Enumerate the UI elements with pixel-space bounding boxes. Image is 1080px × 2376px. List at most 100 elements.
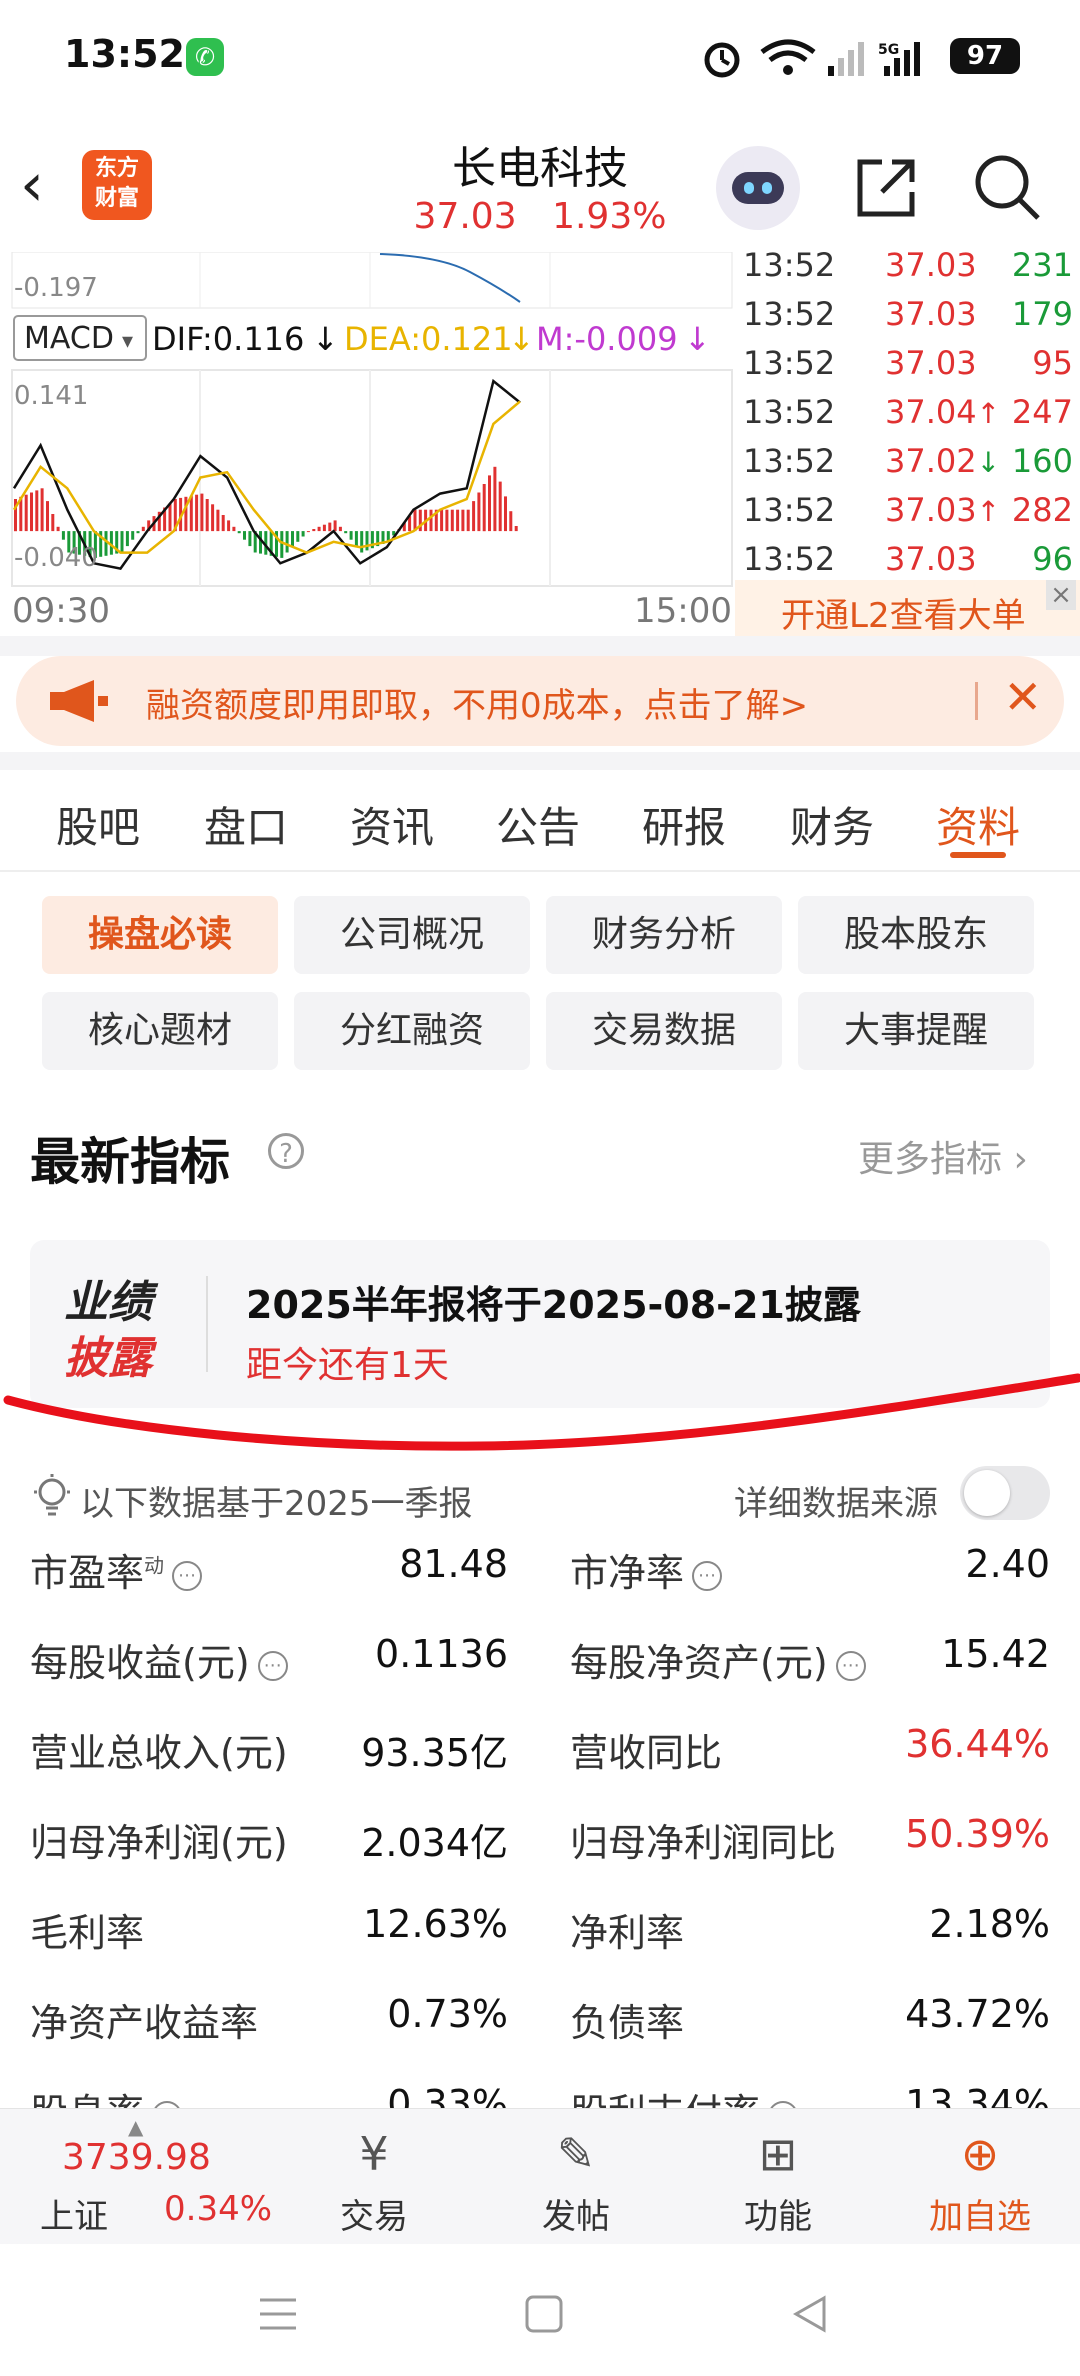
- more-indicators-link[interactable]: 更多指标 ›: [858, 1130, 1028, 1182]
- ai-assistant-icon[interactable]: [716, 146, 800, 230]
- dea-label: DEA:0.121: [344, 320, 513, 358]
- chip-5[interactable]: 核心题材: [42, 992, 278, 1070]
- promo-banner[interactable]: 融资额度即用即取，不用0成本，点击了解> ✕: [16, 656, 1064, 746]
- macd-bar: [243, 531, 246, 540]
- metric-value: 93.35亿: [361, 1731, 508, 1775]
- bottom-nav-item-1[interactable]: ¥ 交易: [304, 2119, 444, 2238]
- macd-bar: [472, 501, 476, 532]
- macd-bar: [301, 531, 305, 537]
- chip-4[interactable]: 股本股东: [798, 896, 1034, 974]
- dea-line: [12, 400, 521, 554]
- macd-bar: [493, 466, 497, 532]
- index-pct[interactable]: 0.34%: [164, 2189, 272, 2229]
- macd-bar: [482, 484, 486, 532]
- macd-bar: [466, 509, 470, 532]
- index-name[interactable]: 上证: [40, 2189, 108, 2238]
- edit-icon: ✎: [556, 2127, 596, 2181]
- chip-3[interactable]: 财务分析: [546, 896, 782, 974]
- phone-call-icon: ✆: [186, 38, 224, 76]
- metric-label: 归母净利润同比: [570, 1821, 837, 1865]
- bottom-nav-item-2[interactable]: ✎ 发帖: [506, 2119, 646, 2238]
- macd-chart[interactable]: -0.197 MACD ▾ DIF:0.116 ↓ DEA:0.121 ↓ M:…: [0, 252, 735, 632]
- l2-upgrade-button[interactable]: 开通L2查看大单 ×: [735, 580, 1080, 636]
- metric-value: 0.1136: [375, 1632, 508, 1676]
- chip-8[interactable]: 大事提醒: [798, 992, 1034, 1070]
- tick-time: 13:52: [743, 491, 836, 529]
- macd-bar: [237, 531, 241, 534]
- macd-bar: [354, 531, 358, 547]
- info-icon[interactable]: ⋯: [172, 1560, 203, 1591]
- chip-1[interactable]: 操盘必读: [42, 896, 278, 974]
- m-label: M:-0.009: [536, 320, 678, 358]
- menu-icon[interactable]: [258, 2296, 298, 2332]
- tick-arrow: ↓: [976, 446, 1001, 479]
- tick-time: 13:52: [743, 295, 836, 333]
- data-basis-note: 以下数据基于2025一季报: [80, 1484, 473, 1524]
- metric-label: 市净率: [570, 1551, 685, 1595]
- tick-row: 13:52 37.03↑ 282: [743, 491, 1073, 539]
- macd-bar: [51, 514, 55, 532]
- metric-label: 营收同比: [570, 1731, 723, 1775]
- tick-price: 37.03: [885, 540, 977, 578]
- metric-label: 净资产收益率: [30, 2001, 259, 2045]
- info-icon[interactable]: ⋯: [257, 1650, 288, 1681]
- dif-down-arrow: ↓: [312, 320, 339, 358]
- metric-item: 每股净资产(元) ⋯ 15.42: [570, 1632, 1050, 1692]
- macd-bar: [211, 504, 215, 532]
- tick-list[interactable]: 13:52 37.03 231 13:52 37.03 179 13:52 37.03 95 13…: [735, 246, 1080, 582]
- search-icon[interactable]: [970, 150, 1044, 224]
- close-icon[interactable]: ✕: [1003, 670, 1042, 724]
- tick-price: 37.03↑: [885, 491, 1001, 529]
- bottom-nav-item-4[interactable]: ⊕ 加自选: [910, 2119, 1050, 2238]
- info-icon[interactable]: ⋯: [768, 2100, 799, 2108]
- share-icon[interactable]: [852, 152, 922, 222]
- index-value[interactable]: 3739.98: [62, 2137, 211, 2178]
- macd-bar: [488, 475, 491, 532]
- tick-row: 13:52 37.03 95: [743, 344, 1073, 392]
- macd-bar: [291, 531, 294, 548]
- chip-2[interactable]: 公司概况: [294, 896, 530, 974]
- tick-price: 37.03: [885, 344, 977, 382]
- active-tab-indicator: [950, 852, 1006, 858]
- tab-6[interactable]: 财务: [790, 794, 874, 855]
- tab-2[interactable]: 盘口: [204, 794, 288, 855]
- chip-7[interactable]: 交易数据: [546, 992, 782, 1070]
- home-icon[interactable]: [524, 2294, 564, 2334]
- tick-time: 13:52: [743, 442, 836, 480]
- tab-3[interactable]: 资讯: [350, 794, 434, 855]
- tick-time: 13:52: [743, 393, 836, 431]
- help-icon[interactable]: ?: [268, 1133, 304, 1169]
- promo-separator: [975, 682, 978, 720]
- metric-label: 每股净资产(元): [570, 1641, 828, 1685]
- metric-item: 负债率 43.72%: [570, 1992, 1050, 2052]
- macd-bar: [216, 509, 220, 532]
- tab-bar: 股吧 盘口 资讯 公告 研报 财务 资料: [0, 770, 1080, 872]
- metric-item: 净利率 2.18%: [570, 1902, 1050, 1962]
- caret-up-icon: ▲: [128, 2115, 144, 2139]
- info-icon[interactable]: ⋯: [152, 2100, 183, 2108]
- tab-4[interactable]: 公告: [496, 794, 580, 855]
- bottom-nav-item-3[interactable]: ⊞ 功能: [708, 2119, 848, 2238]
- macd-bar: [200, 493, 204, 532]
- metric-value: 15.42: [941, 1632, 1050, 1676]
- macd-bar: [296, 531, 300, 542]
- info-icon[interactable]: ⋯: [835, 1650, 866, 1681]
- tick-time: 13:52: [743, 246, 836, 284]
- metric-label: 负债率: [570, 2001, 685, 2045]
- tick-arrow: ↑: [976, 397, 1001, 430]
- back-icon[interactable]: [790, 2294, 830, 2334]
- tab-7[interactable]: 资料: [936, 794, 1020, 855]
- info-icon[interactable]: ⋯: [692, 1560, 723, 1591]
- metric-value: 2.40: [965, 1542, 1050, 1586]
- data-source-toggle[interactable]: [960, 1466, 1050, 1520]
- bottom-nav-label: 功能: [744, 2197, 812, 2237]
- tab-1[interactable]: 股吧: [56, 794, 140, 855]
- metric-label: 净利率: [570, 1911, 685, 1955]
- tick-row: 13:52 37.03 231: [743, 246, 1073, 294]
- macd-bar: [333, 520, 337, 532]
- chip-6[interactable]: 分红融资: [294, 992, 530, 1070]
- macd-bar: [322, 524, 326, 532]
- close-icon[interactable]: ×: [1046, 580, 1076, 610]
- tab-5[interactable]: 研报: [642, 794, 726, 855]
- signal-5g-icon: 5G: [878, 42, 920, 76]
